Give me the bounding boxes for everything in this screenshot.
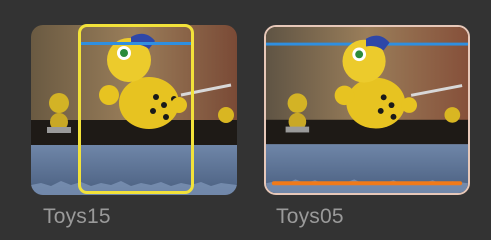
clip-thumbnail-toys05[interactable] xyxy=(264,25,470,195)
video-filmstrip xyxy=(266,27,468,193)
favorite-bar xyxy=(271,181,463,186)
clip-thumbnail-toys15[interactable] xyxy=(31,25,237,195)
clip-name-label: Toys15 xyxy=(43,205,111,228)
keyword-marker-bar xyxy=(81,42,191,45)
clip-name-label: Toys05 xyxy=(276,205,344,228)
video-filmstrip xyxy=(31,25,237,195)
